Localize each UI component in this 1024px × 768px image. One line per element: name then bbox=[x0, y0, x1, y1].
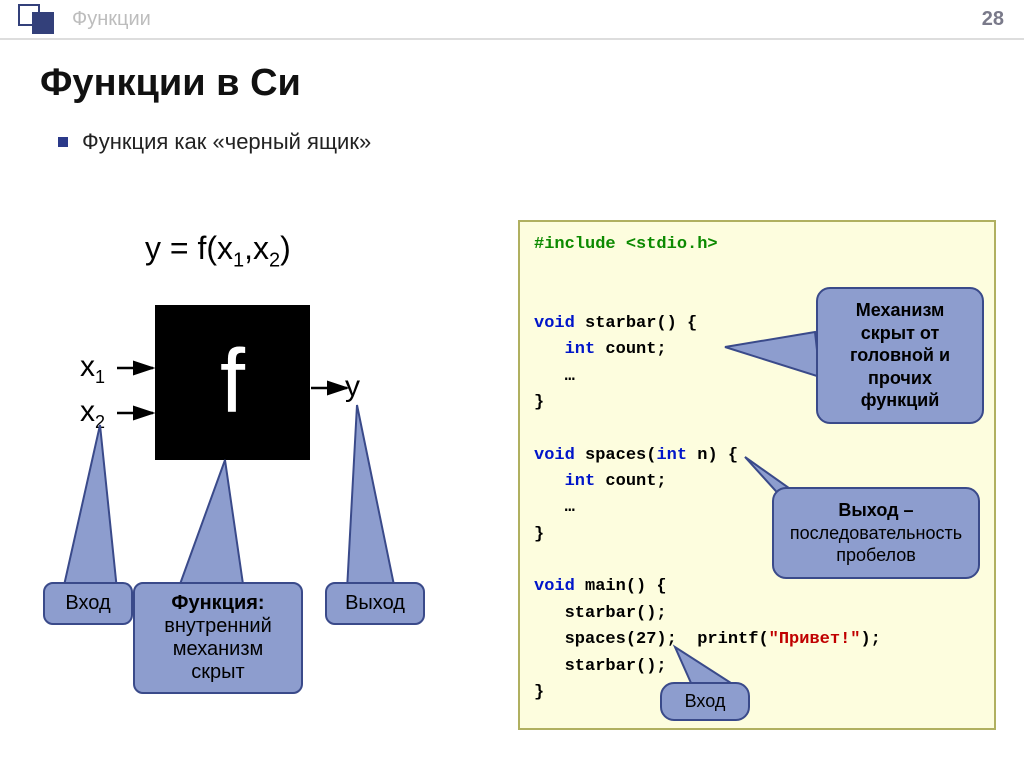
callout-code-input: Вход bbox=[660, 682, 750, 721]
callout-output: Выход bbox=[325, 582, 425, 625]
callout-function: Функция: внутренний механизм скрыт bbox=[133, 582, 303, 694]
callout-code-output: Выход – последовательность пробелов bbox=[772, 487, 980, 579]
bullet-icon bbox=[58, 137, 68, 147]
callout-code-input-text: Вход bbox=[685, 691, 726, 711]
callout-output-text: Выход bbox=[345, 592, 405, 614]
callout-input-text: Вход bbox=[65, 592, 110, 614]
page-title: Функции в Си bbox=[40, 62, 984, 105]
callout-mechanism: Механизм скрыт от головной и прочих функ… bbox=[816, 287, 984, 424]
callout-function-rest: внутренний механизм скрыт bbox=[164, 615, 272, 683]
bullet-text: Функция как «черный ящик» bbox=[82, 129, 371, 155]
callout-code-output-rest: последовательность пробелов bbox=[790, 523, 962, 566]
bullet-row: Функция как «черный ящик» bbox=[58, 129, 984, 155]
logo-icon bbox=[18, 4, 60, 34]
callout-function-b: Функция: bbox=[171, 592, 264, 614]
blackbox-diagram: y = f(x1,x2) x1 x2 y f Вход Функция: вну… bbox=[55, 230, 475, 730]
code-panel: #include <stdio.h> void starbar() { int … bbox=[518, 220, 996, 730]
callout-input: Вход bbox=[43, 582, 133, 625]
slide-header: Функции bbox=[0, 0, 1024, 40]
header-title: Функции bbox=[72, 8, 151, 31]
page-number: 28 bbox=[982, 8, 1004, 31]
callout-code-output-b: Выход – bbox=[838, 500, 913, 520]
callout-mechanism-text: Механизм скрыт от головной и прочих функ… bbox=[850, 300, 950, 410]
